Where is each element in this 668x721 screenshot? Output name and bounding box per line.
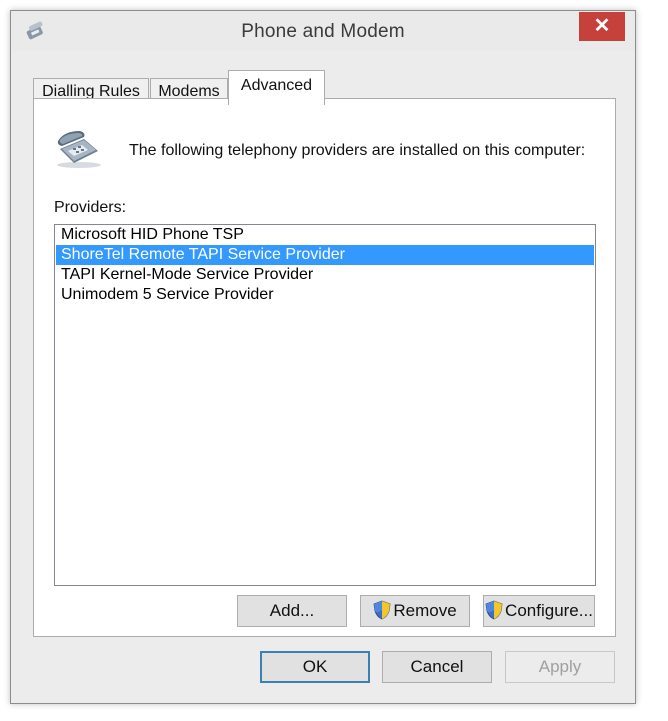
cancel-button-label: Cancel: [410, 657, 464, 676]
telephone-icon: [54, 127, 104, 169]
list-item[interactable]: Unimodem 5 Service Provider: [56, 285, 594, 305]
close-icon: ✕: [593, 15, 611, 37]
remove-button[interactable]: Remove: [360, 595, 470, 627]
add-button-label: Add...: [269, 601, 315, 620]
list-item[interactable]: Microsoft HID Phone TSP: [56, 225, 594, 245]
apply-button-label: Apply: [538, 657, 582, 676]
uac-shield-icon: [373, 600, 391, 620]
window-title: Phone and Modem: [241, 21, 405, 42]
advanced-panel: The following telephony providers are in…: [33, 98, 616, 637]
list-item[interactable]: TAPI Kernel-Mode Service Provider: [56, 265, 594, 285]
configure-button-label: Configure...: [505, 601, 593, 620]
list-item-selected[interactable]: ShoreTel Remote TAPI Service Provider: [56, 245, 594, 265]
providers-listbox[interactable]: Microsoft HID Phone TSP ShoreTel Remote …: [54, 224, 596, 586]
info-text: The following telephony providers are in…: [129, 142, 586, 159]
apply-button[interactable]: Apply: [505, 651, 615, 683]
uac-shield-icon: [485, 600, 503, 620]
cancel-button[interactable]: Cancel: [382, 651, 492, 683]
title-bar[interactable]: Phone and Modem ✕: [11, 11, 635, 51]
tab-advanced[interactable]: Advanced: [228, 70, 325, 105]
ok-button-label: OK: [302, 657, 328, 676]
ok-button[interactable]: OK: [260, 651, 370, 683]
providers-label: Providers:: [54, 199, 127, 216]
remove-button-label: Remove: [393, 601, 457, 620]
configure-button[interactable]: Configure...: [483, 595, 595, 627]
phone-and-modem-dialog: Phone and Modem ✕ Dialling Rules Modems …: [10, 10, 636, 704]
close-button[interactable]: ✕: [579, 12, 625, 41]
add-button[interactable]: Add...: [237, 595, 347, 627]
